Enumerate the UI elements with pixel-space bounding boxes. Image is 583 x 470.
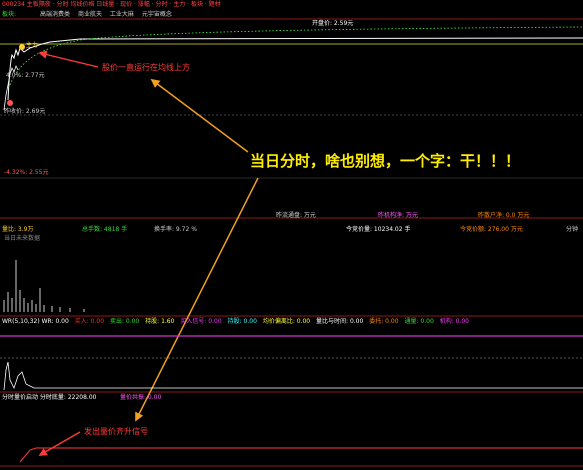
big-caption: 当日分时，啥也别想，一个字：干！！！ xyxy=(250,152,521,170)
pct-label-upper: 4.0%: 2.77元 xyxy=(6,72,45,79)
info-item-3: 昨散户净: 0.0 万元 xyxy=(478,212,530,219)
indicator-deviation: 均价偏离比: 0.00 xyxy=(262,318,311,325)
stat-total-hands: 总手数: 4818 手 xyxy=(82,226,128,233)
stat-minute: 分钟 xyxy=(566,226,579,233)
volume-panel-title: 分时量价启动 分时底量: 22208.00 xyxy=(2,394,97,401)
indicator-buy-signal: 买入信号: 0.00 xyxy=(180,318,222,325)
annotation-text-2: 发出量价齐升信号 xyxy=(84,427,148,436)
indicator-sell: 卖出: 0.00 xyxy=(109,318,140,325)
open-price-label: 开盘价: 2.59元 xyxy=(312,20,354,27)
indicator-buy: 买入: 0.00 xyxy=(74,318,105,325)
info-item-1: 昨流通盘: 万元 xyxy=(276,212,316,219)
prev-close-label: 昨收价: 2.69元 xyxy=(4,108,46,115)
annotation-text-1: 股价一直运行在均线上方 xyxy=(102,63,190,72)
pct-label-lower: -4.32%: 2.55元 xyxy=(4,169,49,176)
indicator-flux: 通量: 0.00 xyxy=(404,318,434,325)
indicator-volume-time: 量比与时间: 0.00 xyxy=(316,318,364,325)
low-marker xyxy=(7,100,13,106)
avg-label: 主力 xyxy=(26,42,39,49)
avg-marker xyxy=(19,44,25,50)
stat-auction-amount: 今竞价额: 276.00 万元 xyxy=(460,226,523,233)
info-item-2: 昨机构净: 万元 xyxy=(378,212,418,219)
volume-signal-label: 量价共振: 0.00 xyxy=(120,394,162,401)
stat-turnover: 换手率: 9.72 % xyxy=(154,226,197,233)
indicator-row: WR(5,10,32) WR: 0.00 买入: 0.00 卖出: 0.00 持… xyxy=(2,318,469,326)
indicator-order: 委托: 0.00 xyxy=(369,318,399,325)
indicator-hold2: 持股: 0.00 xyxy=(227,318,257,325)
stat-auction-volume: 今竞价量: 10234.02 手 xyxy=(346,226,411,233)
indicator-wr: WR(5,10,32) WR: 0.00 xyxy=(2,318,69,325)
stat-future-data: 当日未来数据 xyxy=(4,235,41,242)
indicator-hold: 持股: 1.60 xyxy=(145,318,175,325)
indicator-inst: 机构: 0.00 xyxy=(439,318,469,325)
stat-volume-ratio: 量比: 3.9万 xyxy=(2,226,34,233)
